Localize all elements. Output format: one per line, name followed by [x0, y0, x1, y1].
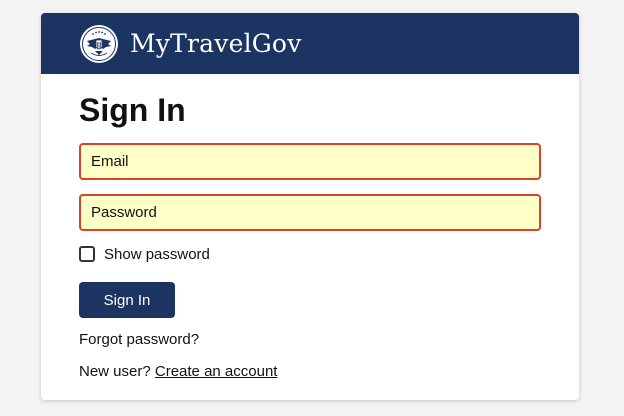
show-password-label[interactable]: Show password: [104, 246, 210, 263]
forgot-password-link[interactable]: Forgot password?: [79, 331, 541, 348]
government-seal-icon: [80, 24, 118, 63]
password-field-wrapper: [79, 194, 541, 231]
sign-in-form: Sign In Show password Sign In Forgot pas…: [41, 90, 579, 380]
email-field-wrapper: [79, 143, 541, 180]
email-field[interactable]: [81, 145, 539, 178]
new-user-prompt: New user? Create an account: [79, 363, 541, 380]
sign-in-card: MyTravelGov Sign In Show password Sign I…: [41, 13, 579, 400]
new-user-text: New user?: [79, 363, 151, 380]
create-account-link[interactable]: Create an account: [155, 363, 278, 380]
site-header: MyTravelGov: [41, 13, 579, 74]
show-password-row[interactable]: Show password: [79, 244, 541, 264]
sign-in-button[interactable]: Sign In: [79, 282, 175, 318]
brand-name: MyTravelGov: [130, 29, 302, 58]
password-field[interactable]: [81, 196, 539, 229]
show-password-checkbox[interactable]: [79, 246, 95, 262]
page-title: Sign In: [79, 92, 186, 128]
